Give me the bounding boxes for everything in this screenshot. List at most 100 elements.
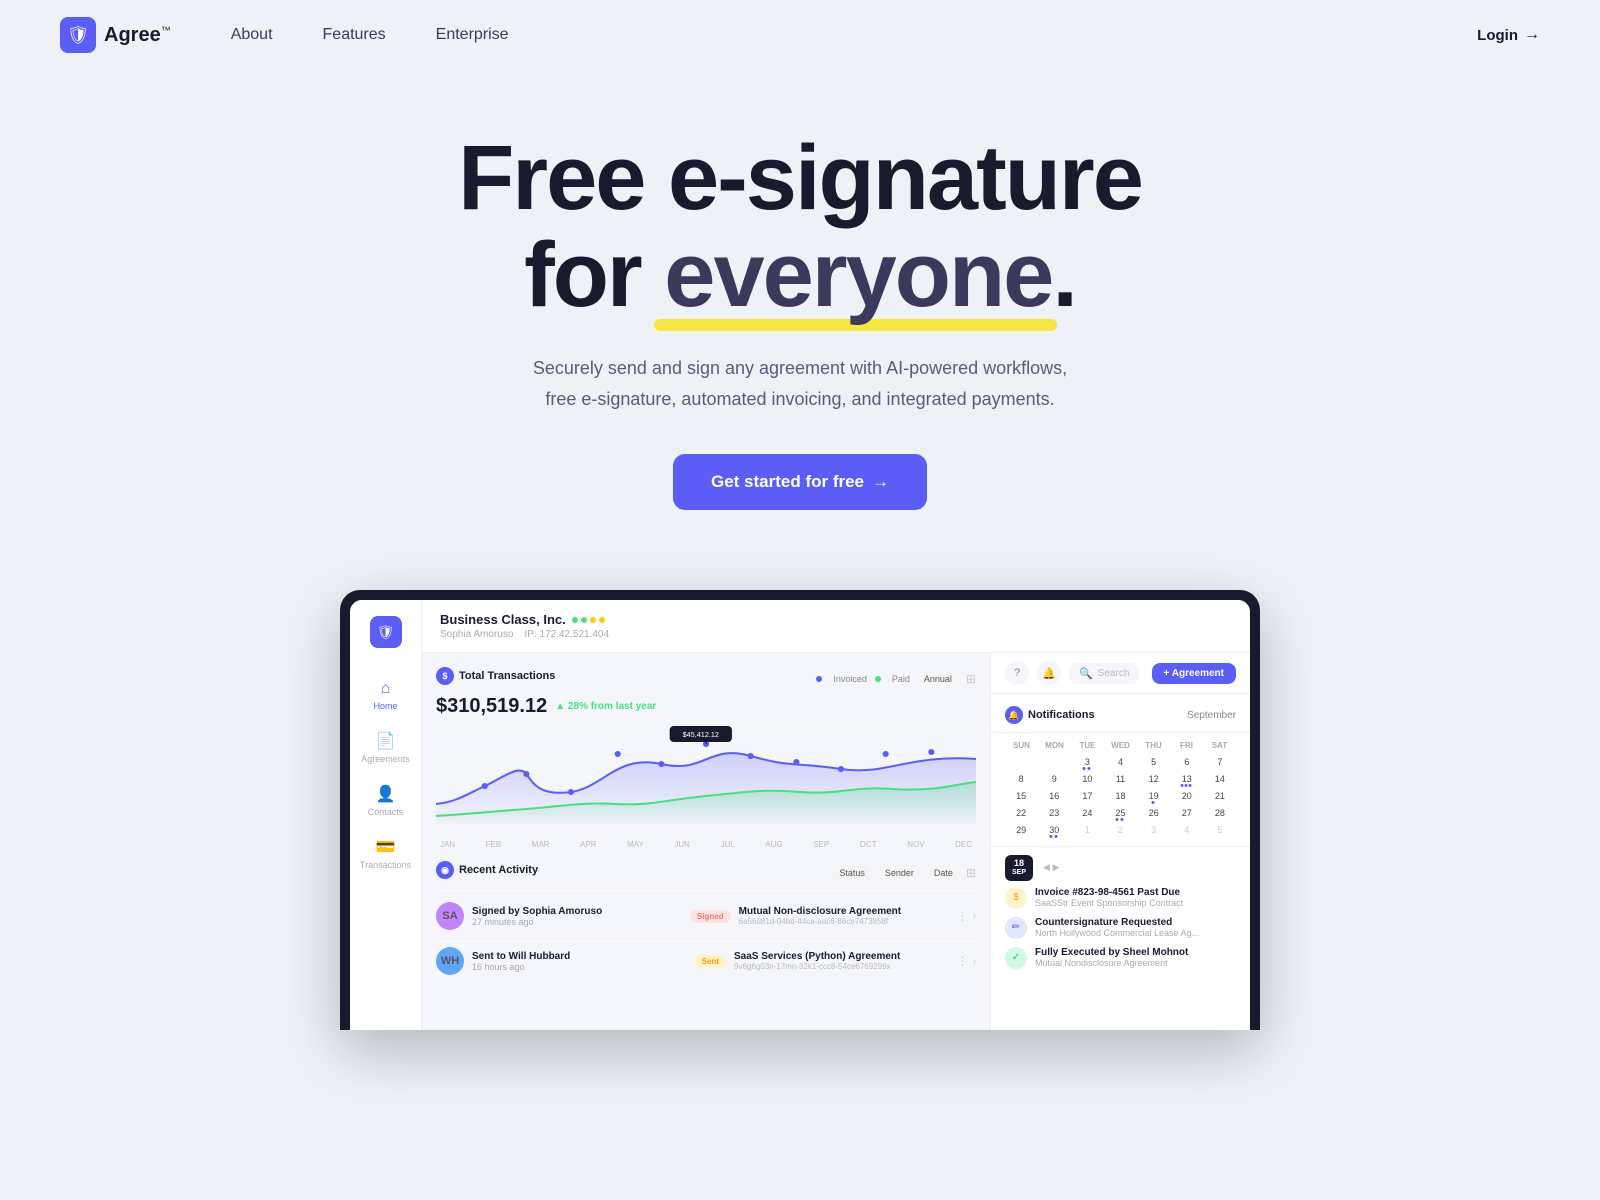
notification-list: 18 SEP ◀ ▶ $ Invoice #823-98-4561 Past D… (991, 847, 1250, 1030)
badge-signed: Signed (690, 910, 731, 923)
search-placeholder[interactable]: Search (1098, 668, 1130, 679)
navbar: 🛡 Agree™ About Features Enterprise Login… (0, 0, 1600, 70)
notif-date-header: 18 SEP ◀ ▶ (1005, 855, 1236, 880)
chart-icon: $ (436, 667, 454, 685)
company-name: Business Class, Inc. (440, 612, 1232, 627)
nav-features[interactable]: Features (323, 26, 386, 44)
notifications-month: September (1187, 710, 1236, 721)
status-dot-4 (599, 617, 605, 623)
chevron-right-2[interactable]: › (973, 956, 976, 967)
avatar-sophia: SA (436, 902, 464, 930)
filter-status[interactable]: Status (832, 866, 872, 880)
sidebar-label-agreements: Agreements (361, 754, 410, 764)
activity-section: ◉ Recent Activity Status Sender Date ⊞ (436, 861, 976, 983)
logo[interactable]: 🛡 Agree™ (60, 17, 171, 53)
activity-doc-2: SaaS Services (Python) Agreement 9v6g6g0… (734, 951, 949, 971)
activity-header: ◉ Recent Activity Status Sender Date ⊞ (436, 861, 976, 885)
chart-controls: Invoiced Paid Annual ⊞ (816, 672, 976, 686)
dashboard-content: $ Total Transactions Invoiced Paid Annua… (422, 653, 1250, 1030)
dashboard-inner: 🛡 ⌂ Home 📄 Agreements 👤 Contacts 💳 Trans… (350, 600, 1250, 1030)
activity-row: WH Sent to Will Hubbard 16 hours ago Sen… (436, 938, 976, 983)
chart-change: ▲ 28% from last year (555, 701, 656, 712)
dot-menu-1[interactable]: ⋮ (957, 909, 969, 923)
legend-invoiced: Invoiced (833, 674, 867, 684)
avatar-will: WH (436, 947, 464, 975)
activity-title: ◉ Recent Activity (436, 861, 538, 879)
chart-meta: $310,519.12 ▲ 28% from last year (436, 695, 976, 718)
brand-name: Agree™ (104, 24, 171, 47)
today-cell: 18 (1115, 791, 1125, 801)
legend-dot-invoiced (816, 676, 822, 682)
activity-grid-icon: ⊞ (966, 866, 976, 880)
dashboard-sidebar: 🛡 ⌂ Home 📄 Agreements 👤 Contacts 💳 Trans… (350, 600, 422, 1030)
chart-area: $45,412.12 (436, 724, 976, 834)
dashboard-main: Business Class, Inc. Sophia Amoruso IP: … (422, 600, 1250, 1030)
dashboard-left-panel: $ Total Transactions Invoiced Paid Annua… (422, 653, 990, 1030)
hero-section: Free e-signature for everyone. Securely … (0, 70, 1600, 590)
sidebar-label-transactions: Transactions (360, 860, 411, 870)
filter-date[interactable]: Date (927, 866, 960, 880)
nav-about[interactable]: About (231, 26, 273, 44)
search-bar: 🔍 Search (1069, 663, 1139, 684)
grid-icon: ⊞ (966, 672, 976, 686)
calendar-day-headers: SUN MON TUE WED THU FRI SAT (1005, 741, 1236, 750)
calendar-grid: 3 4 5 6 7 8 9 10 11 12 (1005, 754, 1236, 838)
filter-badges: Status Sender Date ⊞ (832, 866, 976, 880)
contacts-icon: 👤 (376, 784, 396, 804)
filter-sender[interactable]: Sender (878, 866, 921, 880)
dashboard-right-panel: ? 🔔 🔍 Search + Agreement (990, 653, 1250, 1030)
hero-title: Free e-signature for everyone. (40, 130, 1560, 323)
sidebar-item-agreements[interactable]: 📄 Agreements (350, 723, 421, 772)
status-dot-1 (572, 617, 578, 623)
chart-x-labels: JAN FEB MAR APR MAY JUN JUL AUG SEP OCT (436, 840, 976, 849)
notifications-header: 🔔 Notifications September (991, 694, 1250, 733)
bell-icon[interactable]: 🔔 (1037, 661, 1061, 685)
sidebar-logo: 🛡 (370, 616, 402, 648)
nav-links: About Features Enterprise (231, 26, 1477, 44)
top-bar-left: ? 🔔 🔍 Search (1005, 661, 1139, 685)
top-bar: ? 🔔 🔍 Search + Agreement (991, 653, 1250, 694)
badge-sent: Sent (695, 955, 726, 968)
transactions-icon: 💳 (376, 837, 396, 857)
agreement-button[interactable]: + Agreement (1152, 663, 1236, 684)
chevron-right-1[interactable]: › (973, 911, 976, 922)
notif-item-invoice[interactable]: $ Invoice #823-98-4561 Past Due SaaSStr … (1005, 887, 1236, 909)
chart-amount: $310,519.12 (436, 695, 547, 718)
agreements-icon: 📄 (376, 731, 396, 751)
logo-icon: 🛡 (60, 17, 96, 53)
sidebar-item-home[interactable]: ⌂ Home (350, 672, 421, 719)
chart-section: $ Total Transactions Invoiced Paid Annua… (436, 667, 976, 849)
cta-button[interactable]: Get started for free → (673, 454, 927, 510)
status-dot-2 (581, 617, 587, 623)
activity-row: SA Signed by Sophia Amoruso 27 minutes a… (436, 893, 976, 938)
activity-icon: ◉ (436, 861, 454, 879)
chart-top-bar: $ Total Transactions Invoiced Paid Annua… (436, 667, 976, 691)
sidebar-item-contacts[interactable]: 👤 Contacts (350, 776, 421, 825)
nav-enterprise[interactable]: Enterprise (436, 26, 509, 44)
sidebar-label-contacts: Contacts (368, 807, 404, 817)
check-icon: ✓ (1005, 947, 1027, 969)
activity-doc-1: Mutual Non-disclosure Agreement 6a56d81d… (739, 906, 949, 926)
help-icon[interactable]: ? (1005, 661, 1029, 685)
sidebar-item-transactions[interactable]: 💳 Transactions (350, 829, 421, 878)
date-badge: 18 SEP (1005, 855, 1033, 880)
chart-title: $ Total Transactions (436, 667, 555, 685)
company-header: Business Class, Inc. Sophia Amoruso IP: … (422, 600, 1250, 653)
notif-item-countersign[interactable]: ✏ Countersignature Requested North Holly… (1005, 917, 1236, 939)
period-select[interactable]: Annual (918, 672, 958, 686)
login-button[interactable]: Login → (1477, 26, 1540, 44)
notifications-title: 🔔 Notifications (1005, 706, 1095, 724)
legend-dot-paid (875, 676, 881, 682)
company-sub: Sophia Amoruso IP: 172.42.521.404 (440, 629, 1232, 640)
notif-item-executed[interactable]: ✓ Fully Executed by Sheel Mohnot Mutual … (1005, 947, 1236, 969)
chart-svg: $45,412.12 (436, 724, 976, 834)
activity-actions-2: ⋮ › (957, 954, 976, 968)
status-dot-3 (590, 617, 596, 623)
pen-icon: ✏ (1005, 917, 1027, 939)
activity-info-1: Signed by Sophia Amoruso 27 minutes ago (472, 906, 682, 927)
search-icon: 🔍 (1079, 667, 1093, 680)
sidebar-label-home: Home (373, 701, 397, 711)
dollar-icon: $ (1005, 887, 1027, 909)
dot-menu-2[interactable]: ⋮ (957, 954, 969, 968)
dashboard-mockup: 🛡 ⌂ Home 📄 Agreements 👤 Contacts 💳 Trans… (340, 590, 1260, 1030)
